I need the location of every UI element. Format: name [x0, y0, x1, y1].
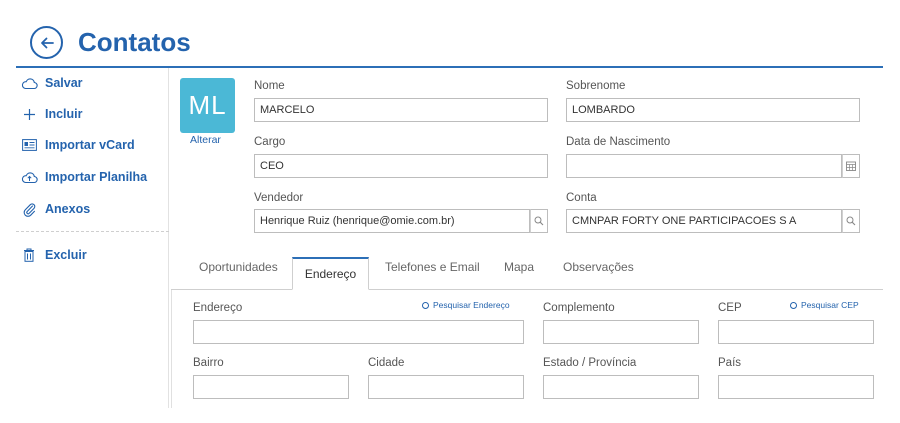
account-search-button[interactable] — [842, 209, 860, 233]
content-border — [171, 290, 172, 408]
sidebar: Salvar Incluir Importar vCard Importar P… — [16, 68, 169, 408]
calendar-icon — [846, 161, 856, 171]
tab-notes[interactable]: Observações — [563, 260, 634, 274]
delete-button[interactable]: Excluir — [20, 244, 87, 266]
search-icon — [534, 216, 544, 226]
trash-icon — [20, 246, 38, 264]
arrow-left-icon — [40, 37, 54, 48]
complement-label: Complemento — [543, 302, 615, 314]
tabs-divider — [171, 289, 883, 290]
sidebar-divider — [16, 231, 169, 232]
seller-input[interactable]: Henrique Ruiz (henrique@omie.com.br) — [254, 209, 530, 233]
country-input[interactable] — [718, 375, 874, 399]
search-zip-label: Pesquisar CEP — [801, 300, 859, 310]
account-label: Conta — [566, 192, 597, 204]
state-input[interactable] — [543, 375, 699, 399]
import-spreadsheet-button[interactable]: Importar Planilha — [20, 166, 147, 188]
first-name-label: Nome — [254, 80, 285, 92]
attachments-label: Anexos — [45, 202, 91, 216]
complement-input[interactable] — [543, 320, 699, 344]
import-spreadsheet-label: Importar Planilha — [45, 170, 148, 184]
back-button[interactable] — [30, 26, 63, 59]
search-address-link[interactable]: Pesquisar Endereço — [422, 300, 510, 310]
tab-opportunities[interactable]: Oportunidades — [199, 260, 278, 274]
cloud-upload-icon — [20, 168, 38, 186]
seller-label: Vendedor — [254, 192, 304, 204]
calendar-button[interactable] — [842, 154, 860, 178]
tab-address[interactable]: Endereço — [292, 257, 369, 290]
vcard-icon — [20, 136, 38, 154]
birthdate-label: Data de Nascimento — [566, 136, 671, 148]
search-circle-icon — [422, 301, 429, 309]
city-label: Cidade — [368, 357, 405, 369]
import-vcard-label: Importar vCard — [45, 138, 135, 152]
search-icon — [846, 216, 856, 226]
account-input[interactable]: CMNPAR FORTY ONE PARTICIPACOES S A — [566, 209, 842, 233]
attachments-button[interactable]: Anexos — [20, 198, 90, 220]
birthdate-input[interactable] — [566, 154, 842, 178]
last-name-input[interactable]: LOMBARDO — [566, 98, 860, 122]
paperclip-icon — [20, 200, 38, 218]
cloud-icon — [20, 74, 38, 92]
save-button[interactable]: Salvar — [20, 72, 83, 94]
search-address-label: Pesquisar Endereço — [433, 300, 510, 310]
add-label: Incluir — [45, 107, 83, 121]
job-title-label: Cargo — [254, 136, 286, 148]
delete-label: Excluir — [45, 248, 87, 262]
district-label: Bairro — [193, 357, 224, 369]
district-input[interactable] — [193, 375, 349, 399]
address-input[interactable] — [193, 320, 524, 344]
zip-label: CEP — [718, 302, 742, 314]
tab-map[interactable]: Mapa — [504, 260, 534, 274]
city-input[interactable] — [368, 375, 524, 399]
plus-icon — [20, 105, 38, 123]
first-name-input[interactable]: MARCELO — [254, 98, 548, 122]
country-label: País — [718, 357, 742, 369]
last-name-label: Sobrenome — [566, 80, 626, 92]
seller-search-button[interactable] — [530, 209, 548, 233]
save-label: Salvar — [45, 76, 83, 90]
tab-phones-email[interactable]: Telefones e Email — [385, 260, 480, 274]
job-title-input[interactable]: CEO — [254, 154, 548, 178]
import-vcard-button[interactable]: Importar vCard — [20, 134, 135, 156]
add-button[interactable]: Incluir — [20, 103, 83, 125]
address-label: Endereço — [193, 302, 243, 314]
search-zip-link[interactable]: Pesquisar CEP — [790, 300, 859, 310]
avatar[interactable]: ML — [180, 78, 235, 133]
zip-input[interactable] — [718, 320, 874, 344]
search-circle-icon — [790, 301, 797, 309]
page-title: Contatos — [78, 27, 191, 57]
state-label: Estado / Província — [543, 357, 637, 369]
change-avatar-link[interactable]: Alterar — [190, 134, 221, 146]
